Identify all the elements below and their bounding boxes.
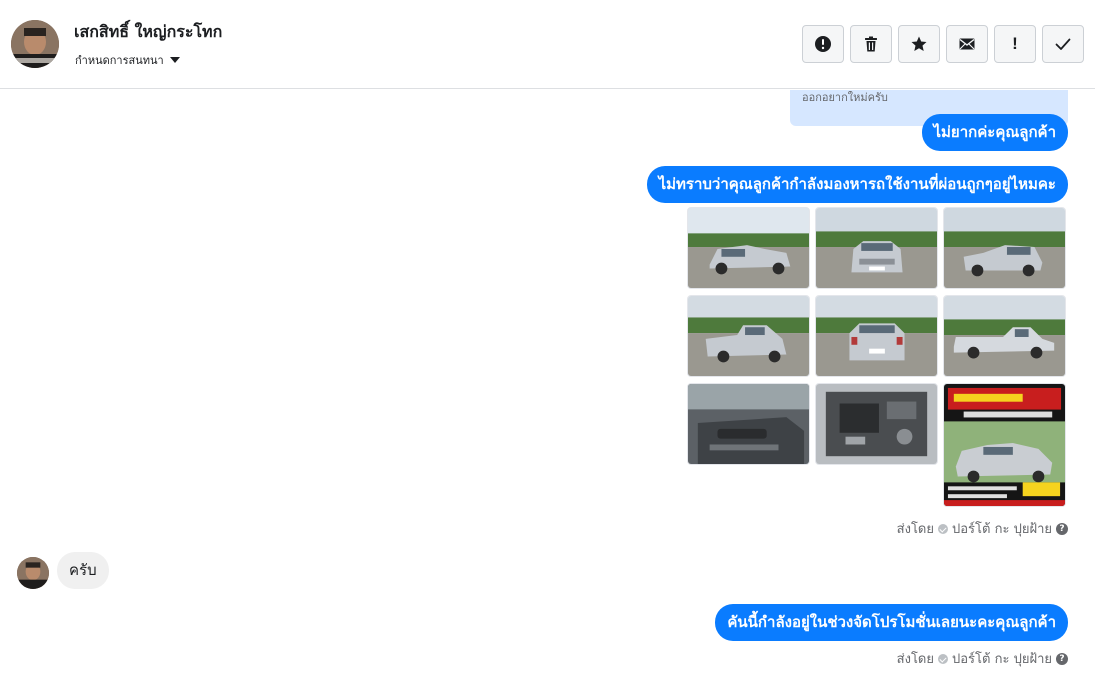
help-icon[interactable]: ?	[1056, 652, 1068, 665]
contact-name[interactable]: เสกสิทธิ์ ใหญ่กระโทก	[74, 20, 222, 45]
assign-conversation-dropdown[interactable]: กำหนดการสนทนา	[75, 51, 180, 69]
photo-promo-poster[interactable]	[943, 383, 1066, 507]
check-icon	[1055, 38, 1071, 50]
sent-by-agent: ปอร์โต้ กะ ปุยฝ้าย	[952, 652, 1052, 667]
exclamation-icon: !	[1012, 34, 1018, 53]
contact-avatar[interactable]	[11, 20, 59, 68]
photo-front-left[interactable]	[687, 207, 810, 289]
sent-by-info: ส่งโดย ปอร์โต้ กะ ปุยฝ้าย ?	[897, 518, 1068, 539]
assign-label: กำหนดการสนทนา	[75, 54, 164, 67]
sent-by-info: ส่งโดย ปอร์โต้ กะ ปุยฝ้าย ?	[897, 648, 1068, 669]
verified-icon	[938, 523, 948, 534]
sent-by-prefix: ส่งโดย	[896, 522, 934, 537]
photo-door-interior[interactable]	[687, 383, 810, 465]
photo-side[interactable]	[943, 295, 1066, 377]
trash-icon	[865, 36, 877, 52]
conversation-actions: !	[802, 25, 1084, 63]
mark-done-button[interactable]	[1042, 25, 1084, 63]
star-icon	[911, 36, 927, 51]
follow-up-button[interactable]: !	[994, 25, 1036, 63]
outgoing-message[interactable]: คันนี้กำลังอยู่ในช่วงจัดโปรโมชั่นเลยนะคะ…	[715, 604, 1068, 641]
conversation-header: เสกสิทธิ์ ใหญ่กระโทก กำหนดการสนทนา !	[0, 0, 1095, 89]
mark-unread-button[interactable]	[946, 25, 988, 63]
help-icon[interactable]: ?	[1056, 522, 1068, 535]
outgoing-message[interactable]: ไม่ยากค่ะคุณลูกค้า	[921, 114, 1068, 151]
verified-icon	[938, 653, 948, 664]
photo-gallery	[687, 207, 1067, 507]
photo-rear-left[interactable]	[687, 295, 810, 377]
incoming-message[interactable]: ครับ	[57, 552, 109, 589]
star-button[interactable]	[898, 25, 940, 63]
contact-avatar-small	[17, 557, 49, 589]
sent-by-prefix: ส่งโดย	[896, 652, 934, 667]
message-thread: ออกอยากใหม่ครับ ไม่ยากค่ะคุณลูกค้า ไม่ทร…	[0, 90, 1095, 673]
delete-button[interactable]	[850, 25, 892, 63]
outgoing-message[interactable]: ไม่ทราบว่าคุณลูกค้ากำลังมองหารถใช้งานที่…	[646, 166, 1068, 203]
mark-spam-button[interactable]	[802, 25, 844, 63]
caret-down-icon	[169, 57, 180, 63]
photo-front[interactable]	[815, 207, 938, 289]
photo-rear[interactable]	[815, 295, 938, 377]
envelope-icon	[959, 38, 975, 50]
alert-circle-icon	[815, 36, 831, 52]
photo-front-right[interactable]	[943, 207, 1066, 289]
sent-by-agent: ปอร์โต้ กะ ปุยฝ้าย	[952, 522, 1052, 537]
photo-engine[interactable]	[815, 383, 938, 465]
